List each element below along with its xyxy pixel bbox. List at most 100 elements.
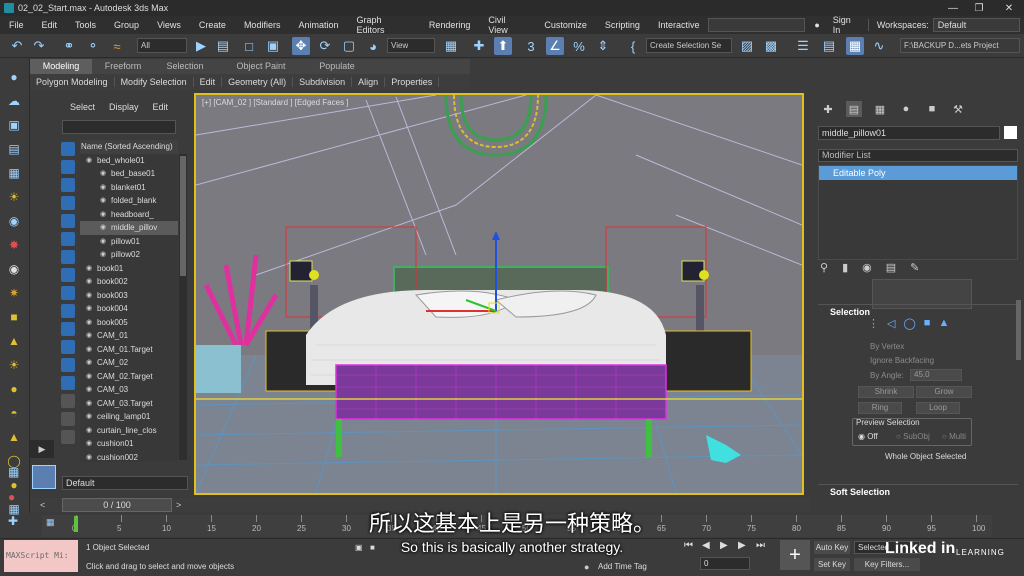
- scene-list-row[interactable]: ◉ pillow01: [80, 235, 178, 249]
- visibility-eye-icon[interactable]: ◉: [86, 356, 95, 370]
- maximize-button[interactable]: ❐: [966, 0, 992, 16]
- scene-list-row[interactable]: ◉ book01: [80, 262, 178, 276]
- redo-icon[interactable]: ↷: [30, 37, 48, 55]
- sun-icon[interactable]: ☀: [5, 356, 23, 374]
- soft-selection-rollout-header[interactable]: Soft Selection: [818, 484, 1018, 498]
- ring-button[interactable]: Ring: [858, 402, 902, 414]
- menu-edit[interactable]: Edit: [33, 20, 67, 30]
- document-icon[interactable]: ▤: [5, 140, 23, 158]
- window-crossing-icon[interactable]: ▣: [264, 37, 282, 55]
- preview-subobj-radio[interactable]: ○ SubObj: [896, 432, 930, 441]
- layer-dropdown[interactable]: Default: [62, 476, 188, 490]
- calculator-icon[interactable]: ▦: [5, 164, 23, 182]
- display-shapes-icon[interactable]: [61, 178, 75, 192]
- configure-modifier-sets-icon[interactable]: ✎: [910, 261, 919, 274]
- menu-create[interactable]: Create: [190, 20, 235, 30]
- scene-list-row[interactable]: ◉ blanket01: [80, 181, 178, 195]
- visibility-eye-icon[interactable]: ◉: [86, 343, 95, 357]
- scene-list-row[interactable]: ◉ cushion01: [80, 437, 178, 451]
- light-icon[interactable]: ☀: [5, 188, 23, 206]
- object-name-field[interactable]: middle_pillow01: [818, 126, 1000, 140]
- scene-filter-input[interactable]: [62, 120, 176, 134]
- cloud-icon[interactable]: ☁: [5, 92, 23, 110]
- tab-freeform[interactable]: Freeform: [92, 59, 154, 74]
- space-warp-icon[interactable]: ◉: [5, 260, 23, 278]
- menu-group[interactable]: Group: [105, 20, 148, 30]
- panel-modify-selection[interactable]: Modify Selection: [115, 77, 194, 87]
- select-move-icon[interactable]: ✥: [292, 37, 310, 55]
- scene-list-row[interactable]: ◉ bed_whole01: [80, 154, 178, 168]
- panel-properties[interactable]: Properties: [385, 77, 440, 87]
- tab-object-paint[interactable]: Object Paint: [216, 59, 306, 74]
- display-none-icon[interactable]: [61, 142, 75, 156]
- menu-civil-view[interactable]: Civil View: [479, 15, 535, 35]
- scene-list-row[interactable]: ◉ middle_pillov: [80, 221, 178, 235]
- preview-multi-radio[interactable]: ○ Multi: [942, 432, 966, 441]
- shrink-button[interactable]: Shrink: [858, 386, 914, 398]
- scene-list-row[interactable]: ◉ CAM_01.Target: [80, 343, 178, 357]
- panel-polygon-modeling[interactable]: Polygon Modeling: [30, 77, 115, 87]
- menu-file[interactable]: File: [0, 20, 33, 30]
- scene-list-row[interactable]: ◉ book002: [80, 275, 178, 289]
- viewport-layout-icon[interactable]: [32, 465, 56, 489]
- user-icon[interactable]: ●: [805, 20, 828, 30]
- mirror-icon[interactable]: ▨: [738, 37, 756, 55]
- visibility-eye-icon[interactable]: ◉: [100, 167, 109, 181]
- visibility-eye-icon[interactable]: ◉: [86, 154, 95, 168]
- by-angle-value[interactable]: 45.0: [910, 369, 962, 381]
- visibility-eye-icon[interactable]: ◉: [100, 235, 109, 249]
- scene-list-row[interactable]: ◉ folded_blank: [80, 194, 178, 208]
- scene-list-row[interactable]: ◉ CAM_02: [80, 356, 178, 370]
- make-unique-icon[interactable]: ◉: [862, 261, 872, 274]
- visibility-eye-icon[interactable]: ◉: [86, 397, 95, 411]
- select-object-icon[interactable]: ▶: [192, 37, 210, 55]
- expand-arrow-icon[interactable]: ▶: [30, 440, 54, 458]
- menu-tools[interactable]: Tools: [66, 20, 105, 30]
- add-time-tag-button[interactable]: Add Time Tag: [598, 562, 647, 571]
- menu-graph-editors[interactable]: Graph Editors: [347, 15, 419, 35]
- border-icon[interactable]: ◯: [903, 317, 915, 330]
- visibility-eye-icon[interactable]: ◉: [86, 302, 95, 316]
- scene-list-row[interactable]: ◉ curtain_line_clos: [80, 424, 178, 438]
- menu-customize[interactable]: Customize: [535, 20, 596, 30]
- select-manipulate-icon[interactable]: ✚: [470, 37, 488, 55]
- menu-scripting[interactable]: Scripting: [596, 20, 649, 30]
- display-particles-icon[interactable]: [61, 322, 75, 336]
- keyboard-shortcut-override-icon[interactable]: ⬆: [494, 37, 512, 55]
- display-xrefs-icon[interactable]: [61, 286, 75, 300]
- layer-explorer-icon[interactable]: ▤: [820, 37, 838, 55]
- undo-icon[interactable]: ↶: [8, 37, 26, 55]
- tab-selection[interactable]: Selection: [154, 59, 216, 74]
- ref-coord-dropdown[interactable]: View: [387, 38, 435, 53]
- named-selection-dropdown[interactable]: Create Selection Se: [646, 38, 732, 53]
- perspective-viewport[interactable]: [+] [CAM_02 ] [Standard ] [Edged Faces ]: [194, 93, 804, 495]
- menu-rendering[interactable]: Rendering: [420, 20, 480, 30]
- visibility-eye-icon[interactable]: ◉: [86, 275, 95, 289]
- show-end-result-icon[interactable]: ▮: [842, 261, 848, 274]
- bind-space-warp-icon[interactable]: ≈: [108, 37, 126, 55]
- select-scale-icon[interactable]: ▢: [340, 37, 358, 55]
- app-icon[interactable]: [4, 3, 14, 13]
- visibility-eye-icon[interactable]: ◉: [86, 289, 95, 303]
- toggle-scene-explorer-icon[interactable]: ☰: [794, 37, 812, 55]
- visibility-eye-icon[interactable]: ◉: [86, 424, 95, 438]
- display-groups-icon[interactable]: [61, 268, 75, 282]
- visibility-eye-icon[interactable]: ◉: [100, 208, 109, 222]
- camera-icon[interactable]: ◉: [5, 212, 23, 230]
- element-icon[interactable]: ▲: [938, 317, 949, 330]
- preview-off-radio[interactable]: ◉ Off: [858, 432, 878, 441]
- scene-list-header[interactable]: Name (Sorted Ascending): [80, 140, 178, 154]
- visibility-eye-icon[interactable]: ◉: [86, 410, 95, 424]
- visibility-eye-icon[interactable]: ◉: [86, 262, 95, 276]
- visibility-eye-icon[interactable]: ◉: [86, 451, 95, 465]
- set-key-button[interactable]: Set Key: [814, 558, 850, 571]
- scene-list-row[interactable]: ◉ book004: [80, 302, 178, 316]
- visibility-eye-icon[interactable]: ◉: [100, 221, 109, 235]
- cone-icon[interactable]: ▲: [5, 332, 23, 350]
- object-color-swatch[interactable]: [1004, 126, 1017, 139]
- selection-filter-dropdown[interactable]: All: [137, 38, 187, 53]
- time-tag-icon[interactable]: ●: [584, 562, 589, 572]
- curve-editor-icon[interactable]: ∿: [870, 37, 888, 55]
- sphere-icon[interactable]: ●: [5, 68, 23, 86]
- display-hidden-icon[interactable]: [61, 376, 75, 390]
